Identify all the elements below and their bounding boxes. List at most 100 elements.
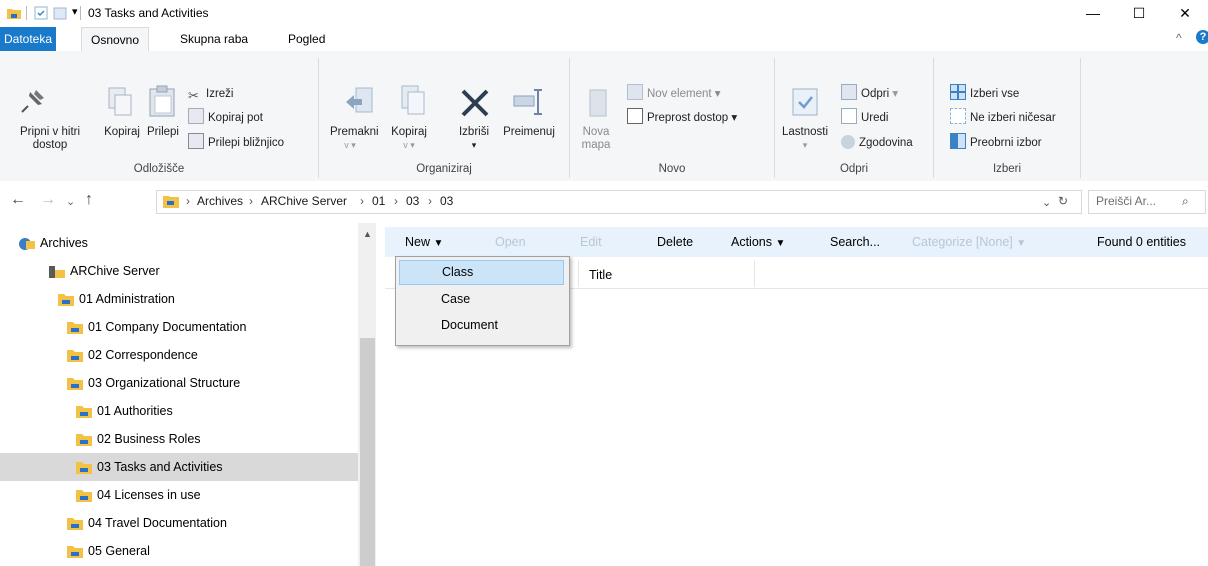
breadcrumb-archives[interactable]: Archives	[197, 194, 243, 208]
new-folder-quick-icon[interactable]	[52, 5, 68, 21]
menu-item-case[interactable]: Case	[399, 287, 564, 312]
breadcrumb-separator-icon: ›	[249, 194, 253, 208]
select-none-icon	[950, 108, 966, 124]
breadcrumb-archive-server[interactable]: ARChive Server	[261, 194, 347, 208]
new-dropdown-button[interactable]: New ▼	[405, 235, 443, 249]
actions-dropdown-button[interactable]: Actions ▼	[731, 235, 785, 249]
tree-item[interactable]: Archives	[0, 229, 358, 257]
paste-button[interactable]: Prilepi	[146, 126, 180, 139]
up-arrow-icon[interactable]: ↑	[85, 191, 93, 209]
back-arrow-icon[interactable]: ←	[10, 191, 26, 209]
close-button[interactable]: ✕	[1162, 0, 1208, 27]
scissors-icon: ✂	[188, 88, 199, 103]
breadcrumb-03-parent[interactable]: 03	[406, 194, 419, 208]
tree-item[interactable]: 04 Travel Documentation	[0, 509, 358, 537]
properties-quick-icon[interactable]	[33, 5, 49, 21]
tree-item-label: Archives	[40, 236, 88, 250]
move-to-label: Premakni	[330, 126, 379, 138]
properties-label: Lastnosti	[781, 126, 829, 138]
delete-button[interactable]: Izbriši ▾	[454, 126, 494, 152]
breadcrumb-03-current[interactable]: 03	[440, 194, 453, 208]
column-divider[interactable]	[754, 260, 755, 287]
paste-shortcut-button[interactable]: Prilepi bližnjico	[188, 133, 284, 153]
copy-path-label: Kopiraj pot	[208, 112, 263, 124]
search-input[interactable]: Preišči Ar...	[1096, 194, 1156, 208]
invert-selection-button[interactable]: Preobrni izbor	[950, 133, 1042, 153]
open-dropdown-icon: ▾	[892, 88, 899, 100]
tree-item[interactable]: 03 Tasks and Activities	[0, 453, 358, 481]
tree-item[interactable]: 05 General	[0, 537, 358, 565]
tab-file[interactable]: Datoteka	[0, 27, 57, 51]
group-divider	[933, 58, 934, 178]
tab-share[interactable]: Skupna raba	[171, 27, 257, 51]
copy-path-button[interactable]: Kopiraj pot	[188, 108, 263, 128]
tree-item[interactable]: 01 Company Documentation	[0, 313, 358, 341]
group-divider	[774, 58, 775, 178]
select-none-label: Ne izberi ničesar	[970, 112, 1056, 124]
tree-item[interactable]: 04 Licenses in use	[0, 481, 358, 509]
paste-shortcut-label: Prilepi bližnjico	[208, 137, 285, 149]
move-to-button[interactable]: Premakni v ▾	[330, 126, 379, 152]
scrollbar-thumb[interactable]	[360, 338, 375, 566]
column-divider[interactable]	[578, 260, 579, 287]
help-icon[interactable]: ?	[1196, 30, 1208, 44]
tree-item-label: 03 Organizational Structure	[88, 376, 241, 390]
menu-item-class[interactable]: Class	[399, 260, 564, 285]
copy-to-button[interactable]: Kopiraj v ▾	[388, 126, 430, 152]
customize-quick-access-icon[interactable]: ▾	[72, 5, 78, 18]
pin-icon	[21, 90, 44, 113]
menu-item-document[interactable]: Document	[399, 313, 564, 338]
open-button[interactable]: Odpri ▾	[841, 84, 898, 104]
group-label-new: Novo	[658, 163, 686, 175]
column-header-title[interactable]: Title	[589, 268, 612, 282]
paste-icon	[149, 85, 175, 117]
easy-access-button[interactable]: Preprost dostop ▾	[627, 108, 737, 128]
select-all-button[interactable]: Izberi vse	[950, 84, 1019, 104]
minimize-button[interactable]: —	[1070, 0, 1116, 27]
edit-button[interactable]: Uredi	[841, 108, 888, 128]
copy-button[interactable]: Kopiraj	[102, 126, 142, 139]
tree-item[interactable]: 01 Authorities	[0, 397, 358, 425]
address-dropdown-icon[interactable]: ⌄	[1042, 196, 1051, 209]
refresh-icon[interactable]: ↻	[1058, 194, 1068, 208]
scroll-up-icon[interactable]: ▲	[363, 229, 372, 239]
search-entities-button[interactable]: Search...	[830, 235, 880, 249]
folder-icon	[76, 434, 92, 446]
maximize-button[interactable]: ☐	[1116, 0, 1162, 27]
history-button[interactable]: Zgodovina	[841, 133, 913, 153]
tab-view[interactable]: Pogled	[279, 27, 334, 51]
categorize-dropdown-button[interactable]: Categorize [None] ▼	[912, 235, 1026, 249]
new-item-icon	[627, 84, 643, 100]
open-entity-button[interactable]: Open	[495, 235, 526, 249]
pin-quick-access-button[interactable]: Pripni v hitri dostop	[6, 126, 94, 152]
cut-label: Izreži	[206, 88, 234, 100]
chevron-down-icon: ▼	[433, 238, 444, 249]
forward-arrow-icon[interactable]: →	[40, 191, 56, 209]
properties-button[interactable]: Lastnosti ▾	[776, 126, 834, 152]
tree-item[interactable]: 03 Organizational Structure	[0, 369, 358, 397]
folder-icon	[163, 196, 179, 208]
open-label: Odpri	[861, 88, 890, 100]
cut-button[interactable]: ✂ Izreži	[188, 84, 233, 104]
rename-button[interactable]: Preimenuj	[499, 126, 559, 139]
copy-to-icon	[401, 85, 425, 115]
categorize-label: Categorize [None]	[912, 235, 1013, 249]
new-folder-button[interactable]: Nova mapa	[578, 126, 614, 152]
tree-item[interactable]: 02 Business Roles	[0, 425, 358, 453]
select-none-button[interactable]: Ne izberi ničesar	[950, 108, 1056, 128]
easy-access-label: Preprost dostop	[647, 112, 729, 124]
collapse-ribbon-icon[interactable]: ^	[1176, 31, 1182, 45]
breadcrumb-01[interactable]: 01	[372, 194, 385, 208]
tree-item[interactable]: 01 Administration	[0, 285, 358, 313]
open-icon	[841, 84, 857, 100]
delete-entity-button[interactable]: Delete	[657, 235, 693, 249]
tab-home[interactable]: Osnovno	[81, 27, 150, 53]
folder-icon	[76, 490, 92, 502]
folder-icon	[76, 406, 92, 418]
recent-locations-chevron-icon[interactable]: ⌄	[66, 195, 75, 208]
edit-entity-button[interactable]: Edit	[580, 235, 602, 249]
new-item-button[interactable]: Nov element ▾	[627, 84, 721, 104]
search-icon[interactable]: ⌕	[1182, 194, 1189, 209]
tree-item[interactable]: ARChive Server	[0, 257, 358, 285]
tree-item[interactable]: 02 Correspondence	[0, 341, 358, 369]
